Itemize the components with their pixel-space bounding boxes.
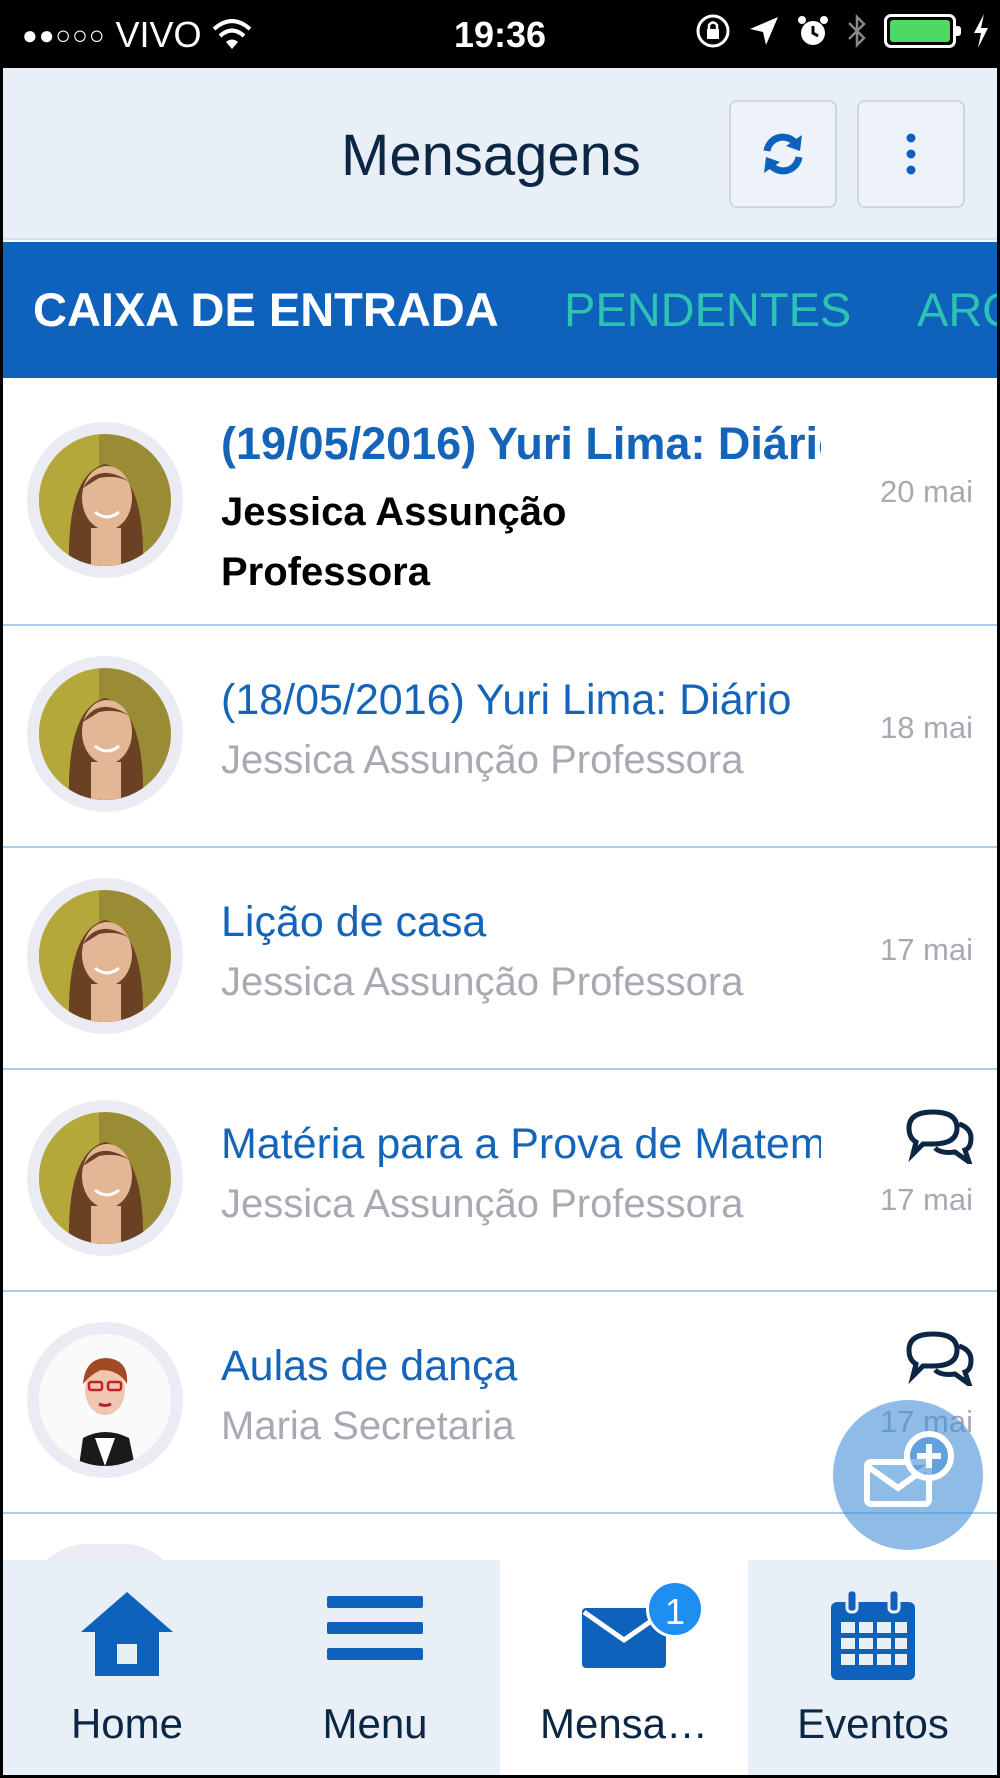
message-sender: Jessica Assunção Professora	[221, 1182, 744, 1226]
nav-home[interactable]: Home	[3, 1560, 251, 1775]
avatar-photo	[39, 434, 171, 566]
message-date: 20 mai	[879, 474, 973, 509]
message-sender: Jessica Assunção Professora	[221, 738, 744, 782]
unread-badge: 1	[646, 1580, 704, 1638]
avatar	[27, 1322, 183, 1478]
message-date: 17 mai	[879, 1182, 973, 1217]
nav-label: Home	[70, 1700, 184, 1747]
nav-label: Menu	[322, 1700, 428, 1747]
message-sender: Jessica Assunção Professora	[221, 490, 567, 594]
tab-archived[interactable]: ARQUIVADAS	[917, 242, 997, 378]
home-icon	[81, 1592, 173, 1676]
nav-label: Eventos	[797, 1700, 949, 1747]
avatar-photo	[39, 668, 171, 800]
avatar	[27, 878, 183, 1034]
page-title: Mensagens	[341, 123, 641, 188]
calendar-icon	[831, 1588, 915, 1680]
refresh-icon	[763, 133, 803, 175]
more-options-button[interactable]	[857, 100, 965, 208]
nav-label: Mensa…	[539, 1700, 709, 1747]
avatar	[27, 422, 183, 578]
mailbox-tabs: CAIXA DE ENTRADA PENDENTES ARQUIVADAS	[3, 242, 997, 378]
message-sender: Jessica Assunção Professora	[221, 960, 744, 1004]
conversation-icon	[906, 1331, 974, 1386]
rotation-lock-icon	[696, 14, 730, 48]
app-header: Mensagens	[3, 68, 997, 240]
compose-message-icon	[864, 1431, 954, 1507]
message-date: 17 mai	[879, 932, 973, 967]
message-subject: Matéria para a Prova de Matemática	[221, 1120, 821, 1168]
status-bar: ●●○○○ VIVO 19:36	[0, 0, 1000, 68]
nav-messages[interactable]: 1 Mensa…	[500, 1560, 748, 1775]
status-icons	[694, 12, 990, 50]
avatar-photo	[39, 1112, 171, 1244]
bluetooth-icon	[848, 13, 866, 49]
charging-icon	[974, 14, 988, 48]
message-subject: (19/05/2016) Yuri Lima: Diário	[221, 418, 821, 469]
nav-menu[interactable]: Menu	[251, 1560, 499, 1775]
tab-pending[interactable]: PENDENTES	[564, 242, 851, 378]
message-row[interactable]: (18/05/2016) Yuri Lima: Diário Jessica A…	[3, 626, 997, 848]
battery-icon	[884, 14, 961, 48]
compose-button[interactable]	[833, 1400, 983, 1550]
message-sender: Maria Secretaria	[221, 1404, 515, 1448]
message-row[interactable]: (19/05/2016) Yuri Lima: Diário Jessica A…	[3, 378, 997, 626]
message-subject: (18/05/2016) Yuri Lima: Diário	[221, 676, 792, 724]
message-row[interactable]: Matéria para a Prova de Matemática Jessi…	[3, 1070, 997, 1292]
message-subject: Lição de casa	[221, 898, 487, 946]
menu-icon	[327, 1596, 423, 1660]
alarm-icon	[798, 16, 828, 45]
tab-inbox[interactable]: CAIXA DE ENTRADA	[33, 242, 499, 378]
app-screen: Mensagens CAIXA DE ENTRADA PENDENTES ARQ…	[3, 68, 997, 1775]
message-subject: Aulas de dança	[221, 1342, 518, 1390]
refresh-button[interactable]	[729, 100, 837, 208]
avatar	[27, 656, 183, 812]
message-date: 18 mai	[879, 710, 973, 745]
message-row[interactable]: Lição de casa Jessica Assunção Professor…	[3, 848, 997, 1070]
conversation-icon	[906, 1109, 974, 1164]
location-icon	[750, 17, 778, 45]
avatar-photo	[39, 890, 171, 1022]
bottom-navigation: Home Menu 1 Mensa… Eventos	[3, 1560, 997, 1775]
more-vertical-icon	[906, 133, 916, 175]
avatar-photo	[39, 1334, 171, 1466]
avatar	[27, 1100, 183, 1256]
nav-events[interactable]: Eventos	[749, 1560, 997, 1775]
